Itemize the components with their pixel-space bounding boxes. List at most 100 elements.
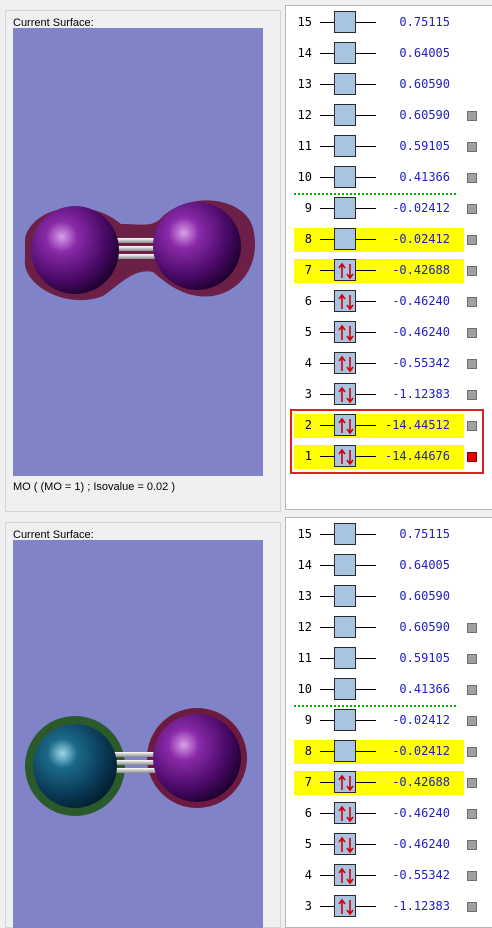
orbital-box[interactable] xyxy=(334,73,356,95)
surface-toggle-checkbox[interactable] xyxy=(467,111,477,121)
mo-row[interactable]: 8 -0.02412 xyxy=(294,740,464,764)
electron-pair-icon xyxy=(338,324,354,342)
orbital-box[interactable] xyxy=(334,259,356,281)
level-line xyxy=(320,596,334,597)
mo-row[interactable]: 9 -0.02412 xyxy=(294,709,464,733)
surface-toggle-checkbox[interactable] xyxy=(467,685,477,695)
mo-row[interactable]: 14 0.64005 xyxy=(294,42,464,66)
surface-toggle-checkbox[interactable] xyxy=(467,778,477,788)
mo-row[interactable]: 15 0.75115 xyxy=(294,523,464,547)
mo-energy: 0.59105 xyxy=(399,651,450,665)
orbital-box[interactable] xyxy=(334,833,356,855)
orbital-box[interactable] xyxy=(334,166,356,188)
mo-row[interactable]: 13 0.60590 xyxy=(294,73,464,97)
mo-row[interactable]: 3 -1.12383 xyxy=(294,895,464,919)
mo-energy-list[interactable]: 15 0.75115 14 0.64005 13 0.60590 12 0.60590 11 0.… xyxy=(285,5,492,510)
surface-toggle-checkbox[interactable] xyxy=(467,716,477,726)
mo-energy: 0.60590 xyxy=(399,77,450,91)
mo-index: 14 xyxy=(297,46,312,60)
surface-toggle-checkbox[interactable] xyxy=(467,654,477,664)
molecule-viewport[interactable] xyxy=(13,28,263,476)
electron-pair-icon xyxy=(338,867,354,885)
surface-toggle-checkbox[interactable] xyxy=(467,328,477,338)
level-line xyxy=(356,844,376,845)
orbital-box[interactable] xyxy=(334,383,356,405)
mo-row[interactable]: 14 0.64005 xyxy=(294,554,464,578)
orbital-box[interactable] xyxy=(334,678,356,700)
surface-toggle-checkbox[interactable] xyxy=(467,235,477,245)
orbital-box[interactable] xyxy=(334,135,356,157)
mo-energy: -0.02412 xyxy=(392,713,450,727)
mo-energy: -0.46240 xyxy=(392,325,450,339)
mo-energy: 0.41366 xyxy=(399,682,450,696)
surface-toggle-checkbox[interactable] xyxy=(467,359,477,369)
mo-row[interactable]: 13 0.60590 xyxy=(294,585,464,609)
orbital-box[interactable] xyxy=(334,42,356,64)
orbital-box[interactable] xyxy=(334,554,356,576)
mo-energy: -0.55342 xyxy=(392,868,450,882)
mo-energy-list[interactable]: 15 0.75115 14 0.64005 13 0.60590 12 0.60590 11 0.… xyxy=(285,517,492,928)
orbital-box[interactable] xyxy=(334,523,356,545)
orbital-box[interactable] xyxy=(334,104,356,126)
surface-toggle-checkbox[interactable] xyxy=(467,297,477,307)
orbital-box[interactable] xyxy=(334,895,356,917)
orbital-box[interactable] xyxy=(334,740,356,762)
mo-row[interactable]: 15 0.75115 xyxy=(294,11,464,35)
surface-toggle-checkbox[interactable] xyxy=(467,142,477,152)
mo-energy: -0.02412 xyxy=(392,744,450,758)
level-line xyxy=(320,394,334,395)
orbital-box[interactable] xyxy=(334,228,356,250)
surface-toggle-checkbox[interactable] xyxy=(467,840,477,850)
mo-row[interactable]: 10 0.41366 xyxy=(294,166,464,190)
surface-toggle-checkbox[interactable] xyxy=(467,204,477,214)
mo-row[interactable]: 6 -0.46240 xyxy=(294,802,464,826)
mo-row[interactable]: 8 -0.02412 xyxy=(294,228,464,252)
level-line xyxy=(356,689,376,690)
surface-toggle-checkbox[interactable] xyxy=(467,747,477,757)
level-line xyxy=(356,720,376,721)
surface-toggle-checkbox[interactable] xyxy=(467,902,477,912)
mo-row[interactable]: 5 -0.46240 xyxy=(294,833,464,857)
orbital-box[interactable] xyxy=(334,352,356,374)
surface-toggle-checkbox[interactable] xyxy=(467,871,477,881)
surface-toggle-checkbox[interactable] xyxy=(467,809,477,819)
surface-toggle-checkbox[interactable] xyxy=(467,623,477,633)
mo-row[interactable]: 3 -1.12383 xyxy=(294,383,464,407)
mo-row[interactable]: 9 -0.02412 xyxy=(294,197,464,221)
orbital-box[interactable] xyxy=(334,585,356,607)
orbital-box[interactable] xyxy=(334,864,356,886)
mo-energy: -0.02412 xyxy=(392,201,450,215)
surface-toggle-checkbox[interactable] xyxy=(467,173,477,183)
surface-toggle-checkbox[interactable] xyxy=(467,266,477,276)
mo-row[interactable]: 12 0.60590 xyxy=(294,104,464,128)
mo-row[interactable]: 11 0.59105 xyxy=(294,647,464,671)
orbital-box[interactable] xyxy=(334,197,356,219)
mo-row[interactable]: 11 0.59105 xyxy=(294,135,464,159)
orbital-box[interactable] xyxy=(334,771,356,793)
mo-index: 4 xyxy=(304,868,312,882)
mo-row[interactable]: 7 -0.42688 xyxy=(294,771,464,795)
mo-row[interactable]: 10 0.41366 xyxy=(294,678,464,702)
level-line xyxy=(356,782,376,783)
mo-row[interactable]: 12 0.60590 xyxy=(294,616,464,640)
level-line xyxy=(356,84,376,85)
orbital-box[interactable] xyxy=(334,616,356,638)
mo-index: 5 xyxy=(304,837,312,851)
level-line xyxy=(320,301,334,302)
orbital-box[interactable] xyxy=(334,11,356,33)
orbital-box[interactable] xyxy=(334,290,356,312)
mo-row[interactable]: 7 -0.42688 xyxy=(294,259,464,283)
molecule-viewport[interactable] xyxy=(13,540,263,928)
mo-panel-bottom: Current Surface: 15 0.75115 14 0.64005 1… xyxy=(0,512,492,928)
orbital-box[interactable] xyxy=(334,647,356,669)
orbital-box[interactable] xyxy=(334,709,356,731)
mo-row[interactable]: 4 -0.55342 xyxy=(294,352,464,376)
mo-row[interactable]: 5 -0.46240 xyxy=(294,321,464,345)
orbital-box[interactable] xyxy=(334,321,356,343)
mo-row[interactable]: 4 -0.55342 xyxy=(294,864,464,888)
orbital-box[interactable] xyxy=(334,802,356,824)
mo-index: 15 xyxy=(297,15,312,29)
mo-row[interactable]: 6 -0.46240 xyxy=(294,290,464,314)
surface-toggle-checkbox[interactable] xyxy=(467,390,477,400)
mo-energy: 0.75115 xyxy=(399,15,450,29)
